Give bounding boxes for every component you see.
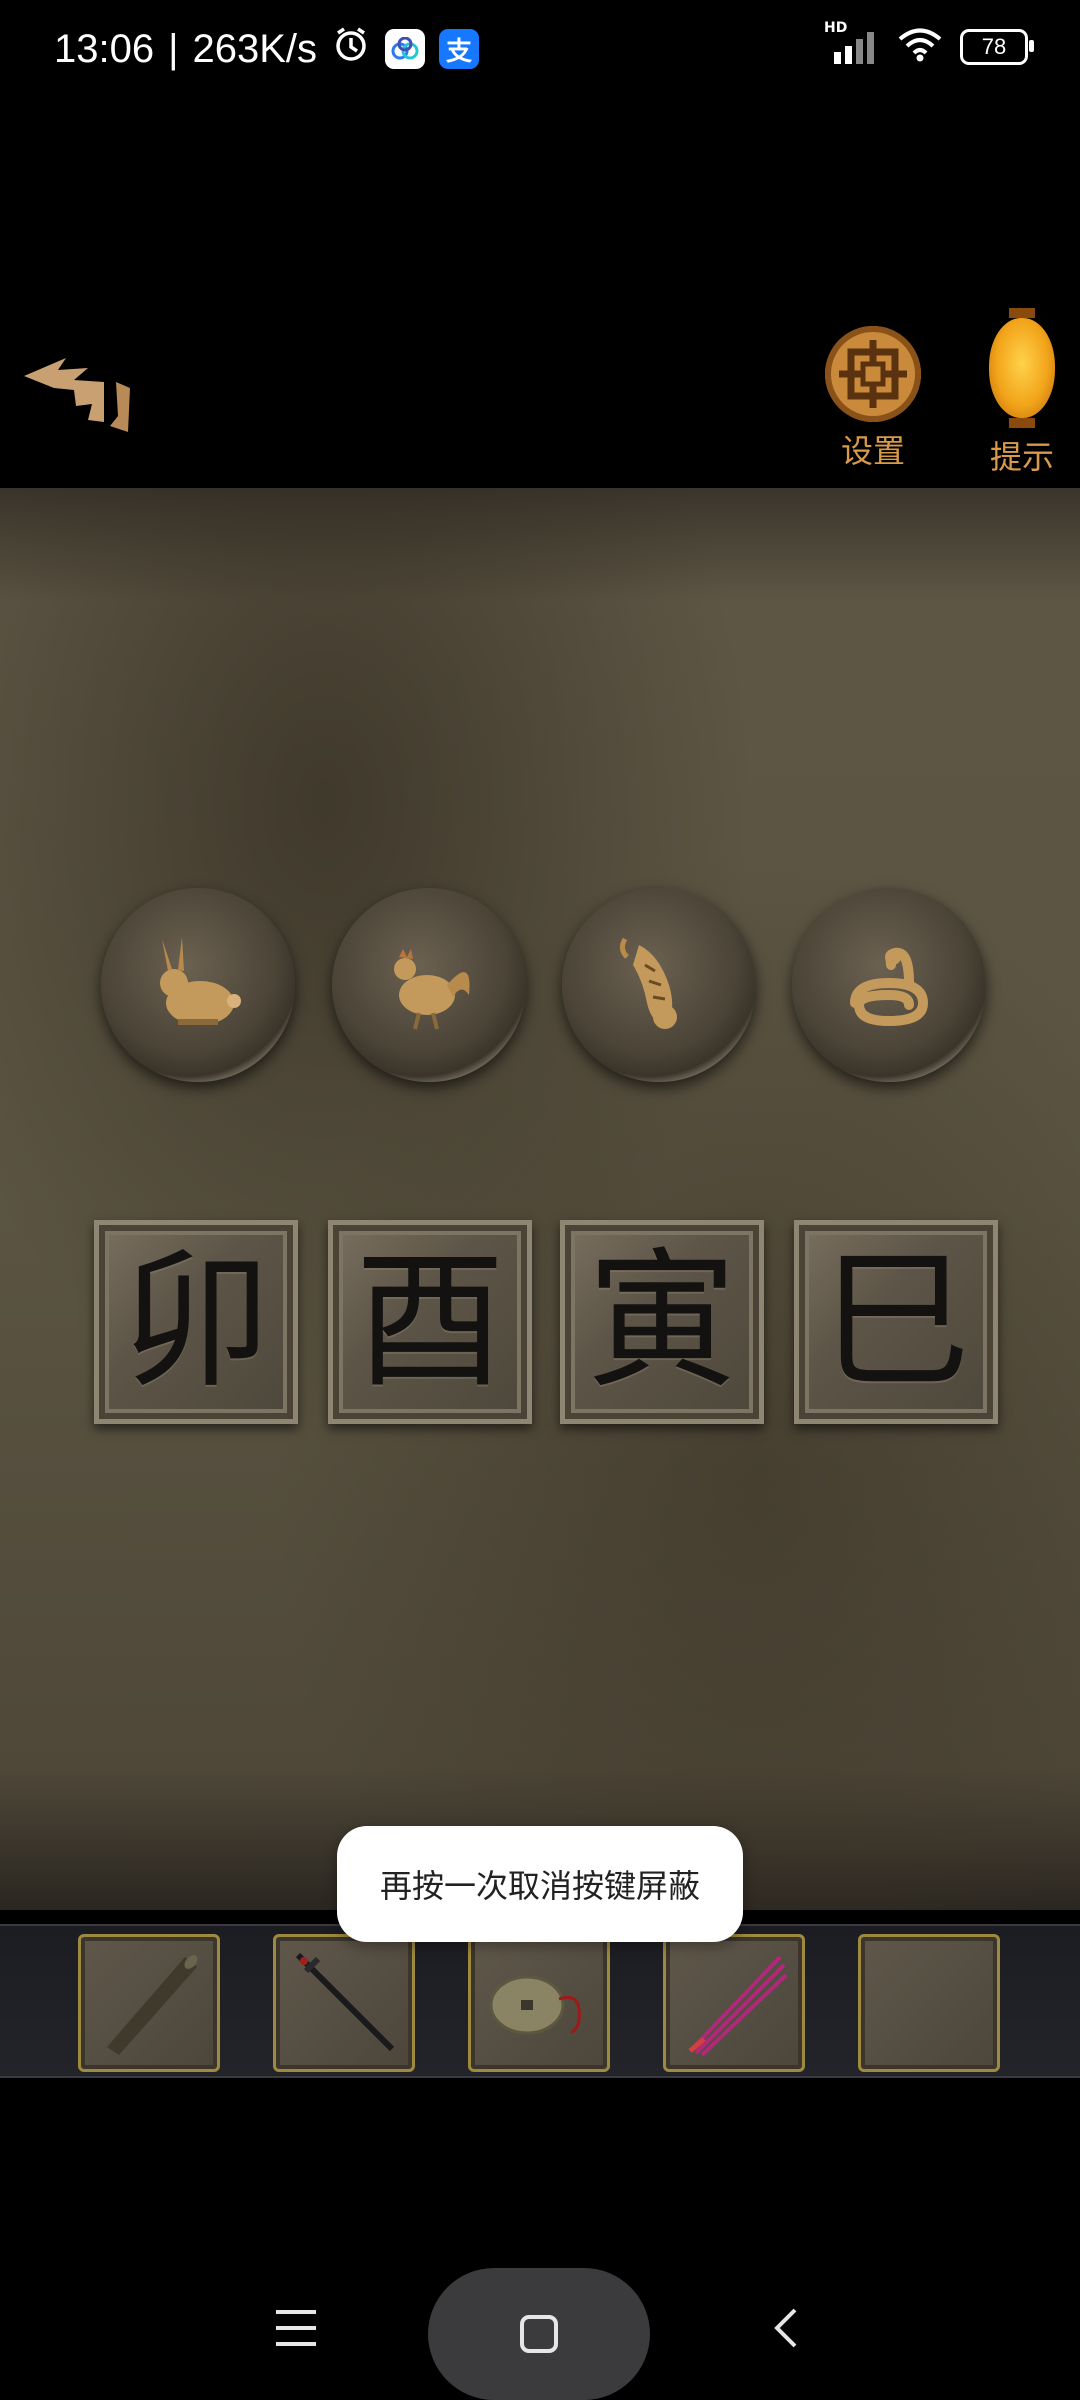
tile-si[interactable]: 巳 [794,1220,998,1424]
tile-you[interactable]: 酉 [328,1220,532,1424]
rabbit-medallion[interactable] [101,888,295,1082]
signal-hd-label: HD [824,20,848,36]
status-left: 13:06 | 263K/s 支 [54,24,480,74]
status-separator: | [168,26,179,71]
settings-knot-icon [825,326,921,422]
coin-item[interactable] [468,1934,610,2072]
wifi-icon [898,28,942,66]
tile-glyph: 寅 [586,1235,737,1409]
status-right: HD 78 [824,20,1034,66]
inventory-bar [0,1924,1080,2078]
tile-glyph: 卯 [120,1235,271,1409]
tile-mao[interactable]: 卯 [94,1220,298,1424]
home-icon[interactable] [428,2268,650,2400]
hint-label: 提示 [989,438,1054,476]
settings-button[interactable]: 设置 [818,326,928,471]
status-net-speed: 263K/s [192,26,318,71]
rooster-medallion[interactable] [332,888,526,1082]
scroll-tube-item[interactable] [78,1934,220,2072]
sword-icon [295,1952,395,2052]
coin-icon [489,1975,581,2035]
signal-icon: HD [824,20,880,64]
baidu-netdisk-icon [385,29,426,69]
menu-icon[interactable] [254,2288,338,2368]
incense-icon [688,1955,788,2057]
system-nav-bar [0,2268,1080,2400]
hint-button[interactable]: 提示 [972,308,1072,488]
tile-yin[interactable]: 寅 [560,1220,764,1424]
rooster-icon [394,949,470,1030]
alipay-icon: 支 [439,29,480,69]
sword-item[interactable] [273,1934,415,2072]
battery-indicator: 78 [960,29,1034,65]
tiger-icon [619,937,677,1029]
tile-glyph: 巳 [820,1235,971,1409]
snake-medallion[interactable] [792,888,986,1082]
alarm-icon [331,24,371,74]
back-arrow-icon[interactable] [18,340,138,450]
lantern-icon [989,308,1055,428]
back-icon[interactable] [744,2288,828,2368]
scroll-tube-icon [107,1955,198,2055]
toast-message: 再按一次取消按键屏蔽 [337,1826,743,1942]
status-time: 13:06 [54,26,155,71]
game-top-bar: 设置 提示 [0,290,1080,490]
tile-glyph: 酉 [354,1235,505,1409]
puzzle-panel: 卯 酉 寅 巳 [0,488,1080,1910]
status-bar: 13:06 | 263K/s 支 HD 78 [0,0,1080,104]
empty-slot[interactable] [858,1934,1000,2072]
tiger-medallion[interactable] [562,888,756,1082]
snake-icon [850,947,929,1027]
rabbit-icon [160,937,241,1025]
settings-label: 设置 [840,432,905,470]
incense-item[interactable] [663,1934,805,2072]
